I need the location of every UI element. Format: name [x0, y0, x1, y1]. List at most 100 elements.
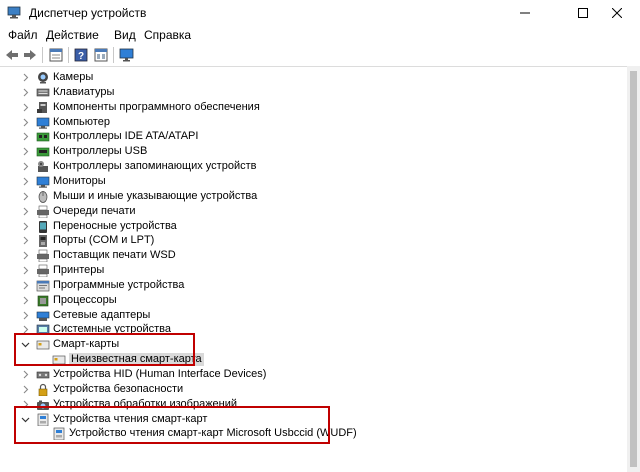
chevron-right-icon[interactable]	[21, 103, 30, 112]
tree-item-label: Сетевые адаптеры	[53, 308, 151, 321]
device-manager-icon	[7, 6, 21, 19]
network-adapter-icon	[36, 309, 50, 322]
software-device-icon	[36, 279, 50, 292]
menu-bar: Файл Действие Вид Справка	[0, 26, 640, 44]
highlight-box-smart-cards	[14, 333, 195, 366]
chevron-right-icon[interactable]	[21, 385, 30, 394]
menu-view[interactable]: Вид	[114, 28, 136, 42]
camera-icon	[36, 71, 50, 84]
printer-icon	[36, 264, 50, 278]
tree-category-item[interactable]: Поставщик печати WSD	[0, 248, 627, 263]
toolbar-separator	[113, 47, 114, 63]
chevron-right-icon[interactable]	[21, 251, 30, 260]
vertical-scrollbar[interactable]	[627, 66, 640, 472]
chevron-right-icon[interactable]	[21, 162, 30, 171]
processor-icon	[36, 294, 50, 307]
tree-item-label: Мыши и иные указывающие устройства	[53, 189, 258, 202]
port-icon	[36, 234, 50, 248]
tree-item-label: Поставщик печати WSD	[53, 249, 176, 262]
toolbar: ?	[0, 44, 640, 67]
chevron-right-icon[interactable]	[21, 132, 30, 141]
chevron-right-icon[interactable]	[21, 370, 30, 379]
chevron-right-icon[interactable]	[21, 192, 30, 201]
tree-category-item[interactable]: Программные устройства	[0, 278, 627, 293]
tree-item-label: Устройства безопасности	[53, 382, 184, 395]
tree-category-item[interactable]: Переносные устройства	[0, 219, 627, 234]
tree-item-label: Процессоры	[53, 293, 117, 306]
help-icon[interactable]: ?	[72, 46, 90, 64]
ide-controller-icon	[36, 130, 50, 143]
tree-item-label: Устройства HID (Human Interface Devices)	[53, 368, 267, 380]
tree-category-item[interactable]: Принтеры	[0, 263, 627, 278]
tree-item-label: Компоненты программного обеспечения	[53, 100, 260, 113]
window-title: Диспетчер устройств	[29, 6, 147, 20]
tree-category-item[interactable]: Мыши и иные указывающие устройства	[0, 189, 627, 204]
tree-item-label: Очереди печати	[53, 204, 136, 217]
tree-category-item[interactable]: Клавиатуры	[0, 85, 627, 100]
chevron-right-icon[interactable]	[21, 88, 30, 97]
tree-category-item[interactable]: Порты (COM и LPT)	[0, 233, 627, 248]
svg-text:?: ?	[78, 51, 84, 62]
chevron-right-icon[interactable]	[21, 147, 30, 156]
chevron-right-icon[interactable]	[21, 296, 30, 305]
tree-item-label: Контроллеры USB	[53, 145, 148, 158]
properties-icon[interactable]	[47, 46, 65, 64]
tree-item-label: Принтеры	[53, 264, 105, 277]
menu-help[interactable]: Справка	[144, 28, 191, 42]
tree-category-item[interactable]: Контроллеры USB	[0, 144, 627, 159]
portable-device-icon	[36, 220, 50, 233]
back-arrow-icon[interactable]	[3, 46, 21, 64]
storage-controller-icon	[36, 160, 50, 173]
tree-item-label: Переносные устройства	[53, 219, 177, 232]
tree-category-item[interactable]: Процессоры	[0, 293, 627, 308]
chevron-right-icon[interactable]	[21, 266, 30, 275]
tree-item-label: Мониторы	[53, 174, 106, 187]
printer-icon	[36, 249, 50, 263]
monitor-icon	[36, 175, 50, 188]
tree-category-item[interactable]: Устройства безопасности	[0, 382, 627, 397]
tree-item-label: Камеры	[53, 71, 94, 83]
hid-icon	[36, 368, 50, 381]
tree-category-item[interactable]: Компоненты программного обеспечения	[0, 100, 627, 115]
title-bar: Диспетчер устройств	[0, 0, 640, 26]
tree-category-item[interactable]: Устройства HID (Human Interface Devices)	[0, 367, 627, 382]
chevron-right-icon[interactable]	[21, 222, 30, 231]
close-button[interactable]	[594, 0, 640, 26]
tree-item-label: Контроллеры IDE ATA/ATAPI	[53, 130, 199, 143]
tree-category-item[interactable]: Мониторы	[0, 174, 627, 189]
print-queue-icon	[36, 205, 50, 218]
highlight-box-smart-card-readers	[14, 406, 330, 444]
mouse-icon	[36, 190, 50, 203]
chevron-right-icon[interactable]	[21, 118, 30, 127]
chevron-right-icon[interactable]	[21, 177, 30, 186]
tree-category-item[interactable]: Сетевые адаптеры	[0, 308, 627, 323]
tree-category-item[interactable]: Контроллеры запоминающих устройств	[0, 159, 627, 174]
chevron-right-icon[interactable]	[21, 281, 30, 290]
tree-item-label: Контроллеры запоминающих устройств	[53, 160, 257, 173]
tree-item-label: Программные устройства	[53, 278, 185, 291]
menu-file[interactable]: Файл	[8, 28, 38, 42]
tree-category-item[interactable]: Компьютер	[0, 115, 627, 130]
toolbar-separator	[68, 47, 69, 63]
menu-action[interactable]: Действие	[46, 28, 99, 42]
chevron-right-icon[interactable]	[21, 207, 30, 216]
tree-category-item[interactable]: Очереди печати	[0, 204, 627, 219]
usb-icon	[36, 145, 50, 158]
chevron-right-icon[interactable]	[21, 73, 30, 82]
keyboard-icon	[36, 86, 50, 99]
monitor-icon[interactable]	[117, 46, 135, 64]
chevron-right-icon[interactable]	[21, 236, 30, 245]
chevron-right-icon[interactable]	[21, 311, 30, 320]
minimize-button[interactable]	[502, 0, 548, 26]
computer-icon	[36, 116, 50, 129]
tree-category-item[interactable]: Камеры	[0, 70, 627, 85]
details-icon[interactable]	[92, 46, 110, 64]
tree-item-label: Клавиатуры	[53, 85, 115, 98]
tree-item-label: Порты (COM и LPT)	[53, 234, 155, 247]
forward-arrow-icon[interactable]	[21, 46, 39, 64]
scrollbar-thumb[interactable]	[630, 71, 637, 467]
software-component-icon	[36, 101, 50, 114]
toolbar-separator	[42, 47, 43, 63]
security-device-icon	[36, 383, 50, 397]
tree-category-item[interactable]: Контроллеры IDE ATA/ATAPI	[0, 129, 627, 144]
